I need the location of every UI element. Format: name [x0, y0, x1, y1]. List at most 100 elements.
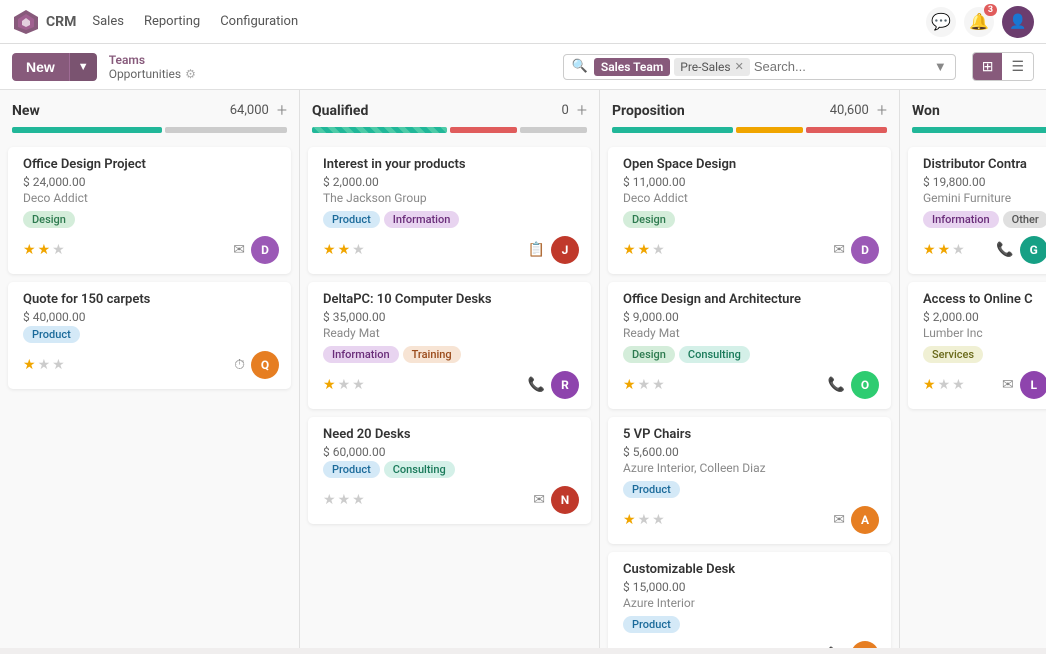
- search-input[interactable]: [754, 59, 930, 74]
- column-qualified: Qualified0+Interest in your products$ 2,…: [300, 90, 600, 648]
- search-dropdown-icon[interactable]: ▼: [934, 59, 947, 75]
- star-1[interactable]: ★: [638, 242, 651, 258]
- card-proposition-2[interactable]: 5 VP Chairs$ 5,600.00Azure Interior, Col…: [608, 417, 891, 544]
- column-add-qualified[interactable]: +: [577, 100, 587, 121]
- star-0[interactable]: ★: [23, 357, 36, 373]
- card-action-icon[interactable]: 📞: [828, 377, 845, 393]
- card-action-icon[interactable]: ✉: [1002, 377, 1014, 393]
- card-action-icon[interactable]: ✉: [833, 242, 845, 258]
- card-tag: Training: [403, 346, 461, 363]
- card-stars[interactable]: ★★★: [323, 242, 365, 258]
- card-proposition-1[interactable]: Office Design and Architecture$ 9,000.00…: [608, 282, 891, 409]
- nav-configuration[interactable]: Configuration: [220, 14, 298, 29]
- star-0[interactable]: ★: [323, 492, 336, 508]
- star-1[interactable]: ★: [938, 242, 951, 258]
- card-amount: $ 15,000.00: [623, 580, 879, 594]
- star-1[interactable]: ★: [38, 242, 51, 258]
- star-1[interactable]: ★: [638, 377, 651, 393]
- star-1[interactable]: ★: [338, 242, 351, 258]
- card-action-icon[interactable]: ⏱: [234, 357, 245, 373]
- card-stars[interactable]: ★★★: [923, 377, 965, 393]
- card-avatar: D: [251, 236, 279, 264]
- card-stars[interactable]: ★★★: [623, 512, 665, 528]
- card-tags: Product: [623, 481, 879, 498]
- card-stars[interactable]: ★★★: [623, 647, 665, 648]
- settings-icon[interactable]: ⚙: [185, 67, 196, 81]
- card-stars[interactable]: ★★★: [323, 377, 365, 393]
- star-1[interactable]: ★: [638, 647, 651, 648]
- card-qualified-2[interactable]: Need 20 Desks$ 60,000.00ProductConsultin…: [308, 417, 591, 524]
- card-action-icon[interactable]: 📞: [528, 377, 545, 393]
- star-2[interactable]: ★: [652, 512, 665, 528]
- card-won-1[interactable]: Access to Online C$ 2,000.00Lumber IncSe…: [908, 282, 1046, 409]
- column-add-proposition[interactable]: +: [877, 100, 887, 121]
- card-action-icon[interactable]: ✉: [233, 242, 245, 258]
- star-2[interactable]: ★: [652, 377, 665, 393]
- card-stars[interactable]: ★★★: [623, 242, 665, 258]
- star-1[interactable]: ★: [338, 377, 351, 393]
- card-qualified-1[interactable]: DeltaPC: 10 Computer Desks$ 35,000.00Rea…: [308, 282, 591, 409]
- card-qualified-0[interactable]: Interest in your products$ 2,000.00The J…: [308, 147, 591, 274]
- star-2[interactable]: ★: [352, 377, 365, 393]
- card-stars[interactable]: ★★★: [323, 492, 365, 508]
- progress-bar-new: [12, 127, 287, 133]
- column-add-new[interactable]: +: [277, 100, 287, 121]
- star-1[interactable]: ★: [938, 377, 951, 393]
- star-0[interactable]: ★: [323, 242, 336, 258]
- nav-sales[interactable]: Sales: [92, 14, 124, 29]
- notifications-button[interactable]: 🔔 3: [964, 7, 994, 37]
- card-won-0[interactable]: Distributor Contra$ 19,800.00Gemini Furn…: [908, 147, 1046, 274]
- star-0[interactable]: ★: [23, 242, 36, 258]
- card-action-icon[interactable]: ✉: [533, 492, 545, 508]
- card-action-icon[interactable]: 📞: [828, 647, 845, 648]
- card-stars[interactable]: ★★★: [23, 357, 65, 373]
- card-stars[interactable]: ★★★: [23, 242, 65, 258]
- breadcrumb-opportunities: Opportunities ⚙: [109, 67, 196, 81]
- search-tag-salesteam[interactable]: Sales Team: [594, 58, 670, 76]
- card-proposition-0[interactable]: Open Space Design$ 11,000.00Deco AddictD…: [608, 147, 891, 274]
- breadcrumb-teams[interactable]: Teams: [109, 53, 196, 67]
- column-proposition: Proposition40,600+Open Space Design$ 11,…: [600, 90, 900, 648]
- card-action-icon[interactable]: ✉: [833, 512, 845, 528]
- card-new-0[interactable]: Office Design Project$ 24,000.00Deco Add…: [8, 147, 291, 274]
- card-stars[interactable]: ★★★: [923, 242, 965, 258]
- star-0[interactable]: ★: [923, 242, 936, 258]
- brand[interactable]: CRM: [12, 8, 76, 36]
- card-action-icon[interactable]: 📋: [528, 242, 545, 258]
- star-0[interactable]: ★: [623, 512, 636, 528]
- star-0[interactable]: ★: [623, 242, 636, 258]
- star-1[interactable]: ★: [638, 512, 651, 528]
- star-1[interactable]: ★: [338, 492, 351, 508]
- star-0[interactable]: ★: [923, 377, 936, 393]
- kanban-view-button[interactable]: ⊞: [973, 53, 1003, 80]
- card-footer: ★★★✉L: [923, 371, 1046, 399]
- star-2[interactable]: ★: [952, 377, 965, 393]
- card-amount: $ 11,000.00: [623, 175, 879, 189]
- star-2[interactable]: ★: [652, 242, 665, 258]
- star-2[interactable]: ★: [352, 492, 365, 508]
- list-view-button[interactable]: ☰: [1002, 53, 1033, 80]
- card-tag: Information: [384, 211, 460, 228]
- card-new-1[interactable]: Quote for 150 carpets$ 40,000.00Product★…: [8, 282, 291, 389]
- user-avatar[interactable]: 👤: [1002, 6, 1034, 38]
- star-1[interactable]: ★: [38, 357, 51, 373]
- filter-tag-presales[interactable]: Pre-Sales ✕: [674, 58, 750, 76]
- star-2[interactable]: ★: [52, 242, 65, 258]
- chat-button[interactable]: 💬: [926, 7, 956, 37]
- filter-tag-remove[interactable]: ✕: [735, 60, 744, 73]
- star-2[interactable]: ★: [652, 647, 665, 648]
- card-action-icon[interactable]: 📞: [996, 242, 1013, 258]
- card-amount: $ 2,000.00: [323, 175, 579, 189]
- star-0[interactable]: ★: [623, 647, 636, 648]
- star-0[interactable]: ★: [323, 377, 336, 393]
- star-2[interactable]: ★: [352, 242, 365, 258]
- new-button[interactable]: New: [12, 53, 69, 81]
- card-tags: Design: [623, 211, 879, 228]
- star-2[interactable]: ★: [952, 242, 965, 258]
- star-0[interactable]: ★: [623, 377, 636, 393]
- star-2[interactable]: ★: [52, 357, 65, 373]
- new-button-dropdown[interactable]: ▼: [69, 53, 97, 81]
- nav-reporting[interactable]: Reporting: [144, 14, 200, 29]
- card-proposition-3[interactable]: Customizable Desk$ 15,000.00Azure Interi…: [608, 552, 891, 648]
- card-stars[interactable]: ★★★: [623, 377, 665, 393]
